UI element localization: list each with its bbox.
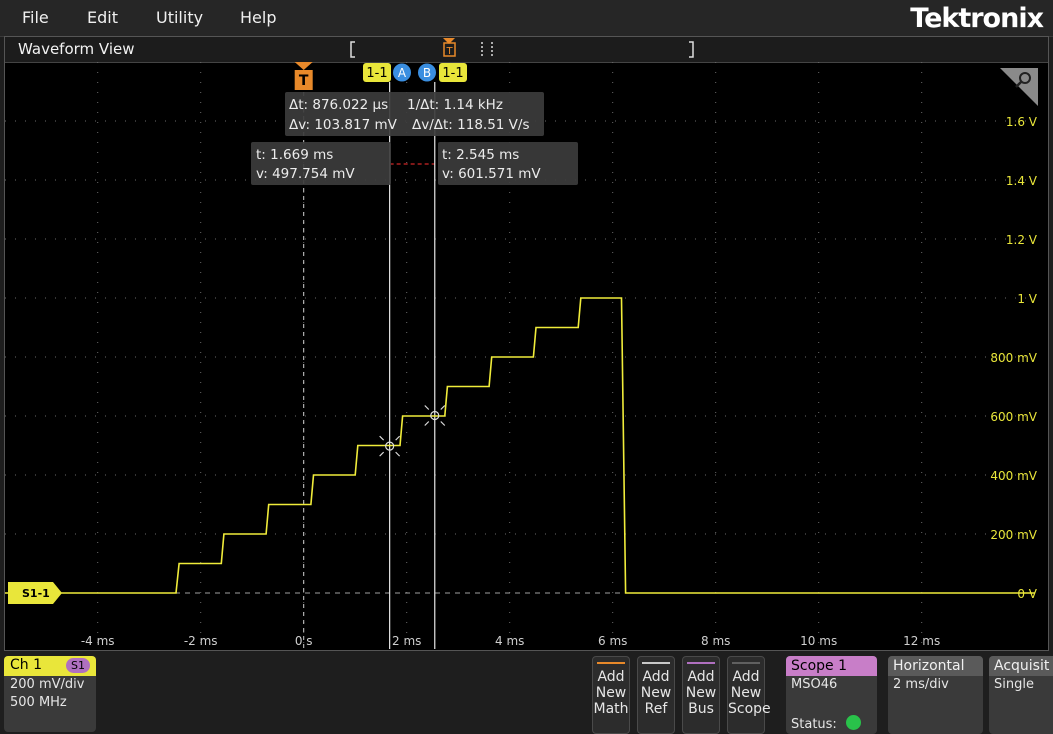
x-tick-label: -4 ms (81, 634, 115, 648)
channel-1-name: Ch 1 (10, 657, 43, 673)
cursor-b-volt-text: v: 601.571 mV (442, 166, 541, 182)
add-new-math-button[interactable]: Add New Math (592, 656, 630, 734)
crosshair-tick (440, 421, 446, 426)
crosshair-tick (395, 435, 401, 441)
scope-model: MSO46 (791, 677, 838, 692)
channel-1-bandwidth: 500 MHz (10, 695, 67, 710)
y-tick-label: 600 mV (990, 410, 1037, 424)
acquisition-badge[interactable]: Acquisit Single (989, 656, 1053, 734)
y-tick-label: 1.6 V (1006, 115, 1038, 129)
cursor-b-badge-text: B (423, 66, 431, 80)
ch1-waveform (5, 297, 1035, 594)
acquisition-mode: Single (994, 677, 1034, 692)
crosshair-tick (379, 435, 385, 441)
record-view-bar[interactable] (350, 41, 694, 58)
cursor-a-source-text: 1-1 (366, 66, 387, 81)
add-scope-line3: Scope (728, 701, 771, 717)
channel-1-header: Ch 1 S1 (4, 656, 96, 676)
crosshair-tick (395, 451, 401, 457)
crosshair-tick (424, 421, 430, 426)
horizontal-scale: 2 ms/div (893, 677, 949, 692)
scope-status-label: Status: (791, 717, 837, 732)
y-tick-label: 0 V (1017, 587, 1037, 601)
add-ref-line2: New (640, 685, 672, 701)
scope-color-stripe (732, 662, 760, 664)
menu-help[interactable]: Help (240, 8, 276, 27)
delta-t-text: Δt: 876.022 µs (289, 97, 388, 113)
status-indicator-icon (846, 715, 861, 730)
y-tick-label: 1.4 V (1006, 174, 1038, 188)
x-tick-label: 4 ms (495, 634, 524, 648)
menu-utility[interactable]: Utility (156, 8, 203, 27)
menu-file[interactable]: File (22, 8, 49, 27)
menu-edit[interactable]: Edit (87, 8, 118, 27)
cursor-a-readout: t: 1.669 ms v: 497.754 mV (251, 142, 391, 185)
settings-bar: Ch 1 S1 200 mV/div 500 MHz Add New Math … (0, 653, 1053, 734)
inverse-delta-t-text: 1/Δt: 1.14 kHz (407, 97, 503, 113)
y-tick-label: 200 mV (990, 528, 1037, 542)
cursor-delta-readout: Δt: 876.022 µs Δv: 103.817 mV 1/Δt: 1.14… (285, 92, 544, 136)
channel-source-tag: S1 (66, 658, 90, 673)
y-axis-labels: 1.6 V 1.4 V 1.2 V 1 V 800 mV 600 mV 400 mV 200 … (990, 115, 1037, 601)
channel-1-badge[interactable]: Ch 1 S1 200 mV/div 500 MHz (4, 656, 96, 732)
x-tick-label: 6 ms (598, 634, 627, 648)
x-tick-label: 2 ms (392, 634, 421, 648)
cursor-b-time-text: t: 2.545 ms (442, 147, 519, 163)
record-trigger-glyph: T (445, 46, 453, 57)
channel-marker-label: S1-1 (22, 587, 50, 600)
add-ref-line3: Ref (644, 701, 668, 717)
y-tick-label: 800 mV (990, 351, 1037, 365)
ref-color-stripe (642, 662, 670, 664)
add-bus-line3: Bus (688, 701, 714, 717)
waveform-display[interactable]: T 1.6 V 1.4 V 1.2 V 1 V 800 mV 600 mV 400 mV 20… (5, 37, 1048, 650)
crosshair-tick (424, 405, 430, 410)
math-color-stripe (597, 662, 625, 664)
dv-dt-text: Δv/Δt: 118.51 V/s (412, 117, 530, 133)
cursor-b-source-text: 1-1 (442, 66, 463, 81)
record-trigger-marker: T (443, 38, 456, 57)
horizontal-title: Horizontal (888, 656, 983, 676)
x-tick-label: 12 ms (903, 634, 940, 648)
cursor-a-volt-text: v: 497.754 mV (256, 166, 355, 182)
add-bus-line1: Add (687, 669, 715, 685)
add-bus-line2: New (685, 685, 717, 701)
cursor-a-time-text: t: 1.669 ms (256, 147, 333, 163)
waveform-view-panel: Waveform View T 1.6 V 1.4 V 1.2 V1 V 800 mV… (4, 36, 1049, 651)
bus-color-stripe (687, 662, 715, 664)
add-ref-line1: Add (642, 669, 670, 685)
channel-1-scale: 200 mV/div (10, 677, 85, 692)
add-math-line1: Add (597, 669, 625, 685)
crosshair-tick (440, 405, 446, 410)
delta-v-text: Δv: 103.817 mV (289, 117, 398, 133)
zoom-icon[interactable] (1000, 68, 1038, 106)
cursor-tags: 1-1 A B 1-1 (363, 63, 467, 82)
y-tick-label: 1 V (1017, 292, 1037, 306)
tektronix-logo: Tektronix (910, 3, 1044, 34)
add-new-ref-button[interactable]: Add New Ref (637, 656, 675, 734)
add-new-scope-button[interactable]: Add New Scope (727, 656, 771, 734)
channel-ground-marker[interactable]: S1-1 (8, 581, 62, 604)
crosshair-tick (379, 451, 385, 457)
y-tick-label: 400 mV (990, 469, 1037, 483)
scope-1-badge[interactable]: Scope 1 MSO46 Status: (786, 656, 877, 734)
add-scope-line2: New (730, 685, 762, 701)
scope-1-title: Scope 1 (786, 656, 877, 676)
y-tick-label: 1.2 V (1006, 233, 1038, 247)
trigger-position-marker[interactable]: T (294, 62, 313, 90)
add-new-bus-button[interactable]: Add New Bus (682, 656, 720, 734)
cursor-a-badge-text: A (398, 66, 407, 80)
add-scope-line1: Add (732, 669, 760, 685)
trigger-t-glyph: T (299, 73, 309, 89)
cursor-b-readout: t: 2.545 ms v: 601.571 mV (438, 142, 578, 185)
add-math-line3: Math (593, 701, 629, 717)
horizontal-badge[interactable]: Horizontal 2 ms/div (888, 656, 983, 734)
acquisition-title: Acquisit (989, 656, 1053, 676)
x-axis-labels: -4 ms -2 ms 0 s2 ms 4 ms 6 ms 8 ms 10 ms 12 ms (81, 634, 940, 648)
x-tick-label: 10 ms (800, 634, 837, 648)
menu-bar: File Edit Utility Help Tektronix (0, 0, 1053, 37)
x-tick-label: -2 ms (184, 634, 218, 648)
x-tick-label: 8 ms (701, 634, 730, 648)
add-math-line2: New (595, 685, 627, 701)
